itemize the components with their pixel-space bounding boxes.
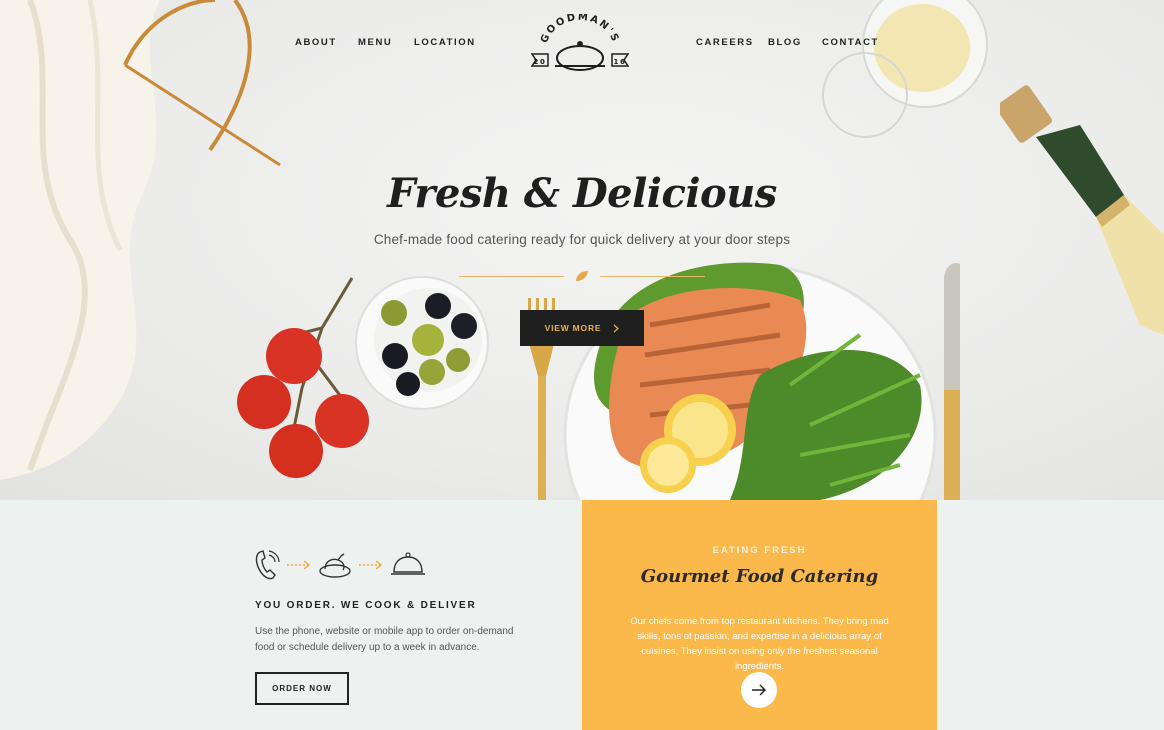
- phone-icon: [255, 550, 280, 580]
- order-now-button[interactable]: ORDER NOW: [255, 672, 349, 705]
- catering-eyebrow: EATING FRESH: [712, 545, 807, 556]
- nav-about[interactable]: ABOUT: [295, 37, 337, 48]
- features-section: YOU ORDER. WE COOK & DELIVER Use the pho…: [0, 500, 1164, 730]
- nav-careers[interactable]: CAREERS: [696, 37, 754, 48]
- nav-contact[interactable]: CONTACT: [822, 37, 879, 48]
- chicken-dish-icon: [319, 553, 351, 578]
- hero-section: ABOUT MENU LOCATION CAREERS BLOG CONTACT…: [0, 0, 1164, 500]
- logo-year-right: 16: [614, 58, 627, 66]
- view-more-label: VIEW MORE: [544, 323, 602, 333]
- leaf-icon: [576, 271, 588, 281]
- tomatoes-olives-image: [237, 276, 489, 478]
- nav-location[interactable]: LOCATION: [414, 37, 476, 48]
- hero-title: Fresh & Delicious: [387, 170, 777, 217]
- cloche-icon: [391, 552, 425, 575]
- chevron-right-icon: [613, 324, 620, 332]
- main-nav: ABOUT MENU LOCATION CAREERS BLOG CONTACT…: [0, 0, 1164, 80]
- logo-year-left: 20: [534, 58, 547, 66]
- knife-image: [944, 262, 960, 500]
- dotted-arrow-icon: [287, 560, 311, 570]
- hero-subtitle: Chef-made food catering ready for quick …: [373, 232, 791, 247]
- nav-menu[interactable]: MENU: [358, 37, 392, 48]
- catering-arrow-button[interactable]: [741, 672, 777, 708]
- svg-text:GOODMAN'S: GOODMAN'S: [539, 14, 621, 45]
- hero-divider: [459, 270, 705, 282]
- logo-text: GOODMAN'S: [539, 12, 619, 45]
- arrow-right-icon: [752, 684, 766, 696]
- salmon-plate-image: [563, 262, 937, 500]
- catering-title: Gourmet Food Catering: [640, 566, 879, 587]
- catering-card: EATING FRESH Gourmet Food Catering Our c…: [582, 500, 937, 730]
- order-steps: [254, 548, 426, 582]
- view-more-button[interactable]: VIEW MORE: [520, 310, 644, 346]
- dotted-arrow-icon: [359, 560, 383, 570]
- nav-blog[interactable]: BLOG: [768, 37, 802, 48]
- catering-text: Our chefs come from top restaurant kitch…: [630, 616, 889, 672]
- logo-mark: GOODMAN'S 20 16: [530, 12, 630, 71]
- order-text: Use the phone, website or mobile app to …: [255, 626, 514, 653]
- order-title: YOU ORDER. WE COOK & DELIVER: [255, 600, 477, 611]
- logo[interactable]: GOODMAN'S 20 16: [528, 12, 632, 74]
